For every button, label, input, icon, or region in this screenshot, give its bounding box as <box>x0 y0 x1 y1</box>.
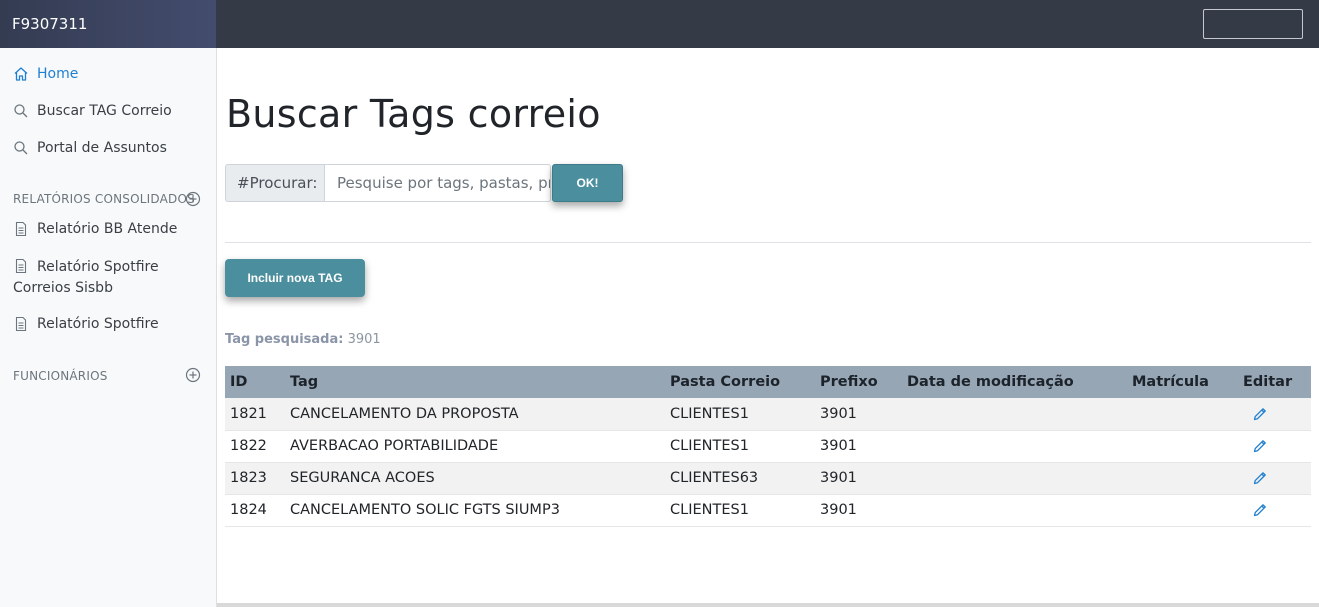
cell-prefixo: 3901 <box>815 430 902 463</box>
table-header-row: ID Tag Pasta Correio Prefixo Data de mod… <box>225 366 1311 398</box>
cell-id: 1824 <box>225 494 285 527</box>
search-icon <box>13 103 29 119</box>
sidebar-item-relatorio-bb-atende[interactable]: Relatório BB Atende <box>13 221 177 237</box>
pencil-edit-icon[interactable] <box>1252 438 1268 454</box>
page-title: Buscar Tags correio <box>226 92 601 136</box>
pencil-edit-icon[interactable] <box>1252 502 1268 518</box>
cell-matricula <box>1127 430 1238 463</box>
column-header-tag[interactable]: Tag <box>285 366 665 398</box>
horizontal-scrollbar[interactable] <box>217 603 1319 607</box>
search-ok-button[interactable]: OK! <box>552 164 623 202</box>
sidebar-item-relatorio-spotfire-correios[interactable]: Relatório Spotfire Correios Sisbb <box>13 257 209 299</box>
divider <box>225 242 1311 243</box>
sidebar-item-relatorio-spotfire[interactable]: Relatório Spotfire <box>13 316 159 332</box>
section-title-funcionarios: FUNCIONÁRIOS <box>13 369 108 383</box>
cell-editar <box>1238 494 1311 527</box>
tags-table: ID Tag Pasta Correio Prefixo Data de mod… <box>225 366 1311 527</box>
table-row: 1822 AVERBACAO PORTABILIDADE CLIENTES1 3… <box>225 430 1311 463</box>
column-header-id[interactable]: ID <box>225 366 285 398</box>
sidebar-item-label: Relatório Spotfire Correios Sisbb <box>13 259 159 296</box>
search-icon <box>13 140 29 156</box>
top-right-button[interactable] <box>1203 9 1303 39</box>
cell-data <box>902 430 1127 463</box>
section-title-relatorios: RELATÓRIOS CONSOLIDADOS <box>13 192 195 206</box>
table-row: 1823 SEGURANCA ACOES CLIENTES63 3901 <box>225 462 1311 495</box>
search-label: #Procurar: <box>225 164 324 202</box>
sidebar-item-portal-assuntos[interactable]: Portal de Assuntos <box>13 140 167 156</box>
column-header-matricula[interactable]: Matrícula <box>1127 366 1238 398</box>
column-header-pasta[interactable]: Pasta Correio <box>665 366 815 398</box>
cell-prefixo: 3901 <box>815 398 902 431</box>
cell-id: 1821 <box>225 398 285 431</box>
table-row: 1824 CANCELAMENTO SOLIC FGTS SIUMP3 CLIE… <box>225 494 1311 527</box>
column-header-prefixo[interactable]: Prefixo <box>815 366 902 398</box>
home-icon <box>13 66 29 82</box>
cell-pasta: CLIENTES63 <box>665 462 815 495</box>
sidebar-item-buscar-tag[interactable]: Buscar TAG Correio <box>13 103 172 119</box>
cell-data <box>902 462 1127 495</box>
expand-plus-icon[interactable] <box>185 191 201 207</box>
search-group: #Procurar: <box>225 164 551 202</box>
sidebar: Home Buscar TAG Correio Portal de Assunt… <box>0 48 217 607</box>
cell-matricula <box>1127 462 1238 495</box>
column-header-editar: Editar <box>1238 366 1311 398</box>
cell-editar <box>1238 398 1311 431</box>
search-input[interactable] <box>324 164 551 202</box>
sidebar-item-label: Relatório BB Atende <box>37 221 178 237</box>
pencil-edit-icon[interactable] <box>1252 470 1268 486</box>
cell-editar <box>1238 462 1311 495</box>
cell-tag: CANCELAMENTO SOLIC FGTS SIUMP3 <box>285 494 665 527</box>
app-brand[interactable]: F9307311 <box>0 0 216 48</box>
searched-tag-label: Tag pesquisada: <box>225 332 344 347</box>
cell-editar <box>1238 430 1311 463</box>
cell-tag: SEGURANCA ACOES <box>285 462 665 495</box>
document-icon <box>13 258 29 274</box>
cell-pasta: CLIENTES1 <box>665 430 815 463</box>
cell-tag: CANCELAMENTO DA PROPOSTA <box>285 398 665 431</box>
expand-plus-icon[interactable] <box>185 367 201 383</box>
cell-data <box>902 398 1127 431</box>
sidebar-item-label: Portal de Assuntos <box>37 140 167 156</box>
cell-matricula <box>1127 494 1238 527</box>
cell-matricula <box>1127 398 1238 431</box>
sidebar-item-label: Buscar TAG Correio <box>37 103 172 119</box>
table-row: 1821 CANCELAMENTO DA PROPOSTA CLIENTES1 … <box>225 398 1311 431</box>
cell-prefixo: 3901 <box>815 462 902 495</box>
sidebar-item-home[interactable]: Home <box>13 66 78 82</box>
top-navbar: F9307311 <box>0 0 1319 48</box>
cell-pasta: CLIENTES1 <box>665 398 815 431</box>
cell-tag: AVERBACAO PORTABILIDADE <box>285 430 665 463</box>
cell-prefixo: 3901 <box>815 494 902 527</box>
sidebar-item-label: Relatório Spotfire <box>37 316 159 332</box>
searched-tag-info: Tag pesquisada: 3901 <box>225 332 381 347</box>
cell-id: 1822 <box>225 430 285 463</box>
column-header-data[interactable]: Data de modificação <box>902 366 1127 398</box>
add-tag-button[interactable]: Incluir nova TAG <box>225 259 365 297</box>
cell-pasta: CLIENTES1 <box>665 494 815 527</box>
cell-id: 1823 <box>225 462 285 495</box>
cell-data <box>902 494 1127 527</box>
document-icon <box>13 316 29 332</box>
document-icon <box>13 221 29 237</box>
pencil-edit-icon[interactable] <box>1252 406 1268 422</box>
sidebar-item-label: Home <box>37 66 79 82</box>
searched-tag-value: 3901 <box>347 332 381 347</box>
